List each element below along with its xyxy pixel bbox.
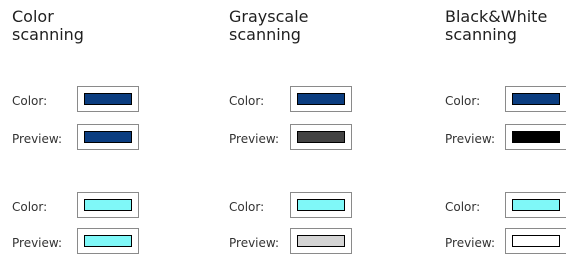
preview-swatch-box — [290, 124, 352, 150]
black-white-scanning-column: Black&White scanning Color: Preview: Col… — [445, 0, 566, 256]
column-heading: Color scanning — [12, 8, 84, 44]
heading-line-1: Black&White — [445, 7, 548, 26]
heading-line-1: Grayscale — [229, 7, 309, 26]
color-swatch — [84, 93, 132, 105]
preview-swatch — [297, 131, 345, 143]
color-label: Color: — [229, 94, 265, 108]
preview-label: Preview: — [445, 236, 496, 250]
preview-swatch — [84, 235, 132, 247]
color-swatch — [512, 199, 560, 211]
heading-line-2: scanning — [12, 25, 84, 44]
color-swatch-button[interactable] — [77, 86, 139, 112]
color-swatch-button[interactable] — [77, 192, 139, 218]
preview-label: Preview: — [229, 236, 280, 250]
grayscale-scanning-column: Grayscale scanning Color: Preview: Color… — [229, 0, 439, 256]
color-swatch-button[interactable] — [505, 192, 566, 218]
preview-label: Preview: — [445, 132, 496, 146]
color-label: Color: — [12, 94, 48, 108]
preview-swatch-box — [77, 228, 139, 254]
color-swatch — [512, 93, 560, 105]
preview-swatch-box — [505, 228, 566, 254]
heading-line-2: scanning — [445, 25, 517, 44]
preview-swatch-box — [505, 124, 566, 150]
color-label: Color: — [445, 200, 481, 214]
preview-label: Preview: — [12, 132, 63, 146]
preview-swatch — [297, 235, 345, 247]
color-swatch — [297, 199, 345, 211]
preview-label: Preview: — [12, 236, 63, 250]
color-swatch-button[interactable] — [505, 86, 566, 112]
color-label: Color: — [445, 94, 481, 108]
preview-label: Preview: — [229, 132, 280, 146]
preview-swatch — [512, 235, 560, 247]
column-heading: Grayscale scanning — [229, 8, 308, 44]
heading-line-2: scanning — [229, 25, 301, 44]
color-swatch-button[interactable] — [290, 86, 352, 112]
preview-swatch — [512, 131, 560, 143]
color-label: Color: — [229, 200, 265, 214]
color-scanning-column: Color scanning Color: Preview: Color: Pr… — [12, 0, 222, 256]
column-heading: Black&White scanning — [445, 8, 547, 44]
preview-swatch-box — [77, 124, 139, 150]
color-swatch — [297, 93, 345, 105]
preview-swatch — [84, 131, 132, 143]
preview-swatch-box — [290, 228, 352, 254]
color-swatch-button[interactable] — [290, 192, 352, 218]
heading-line-1: Color — [12, 7, 54, 26]
color-swatch — [84, 199, 132, 211]
color-label: Color: — [12, 200, 48, 214]
